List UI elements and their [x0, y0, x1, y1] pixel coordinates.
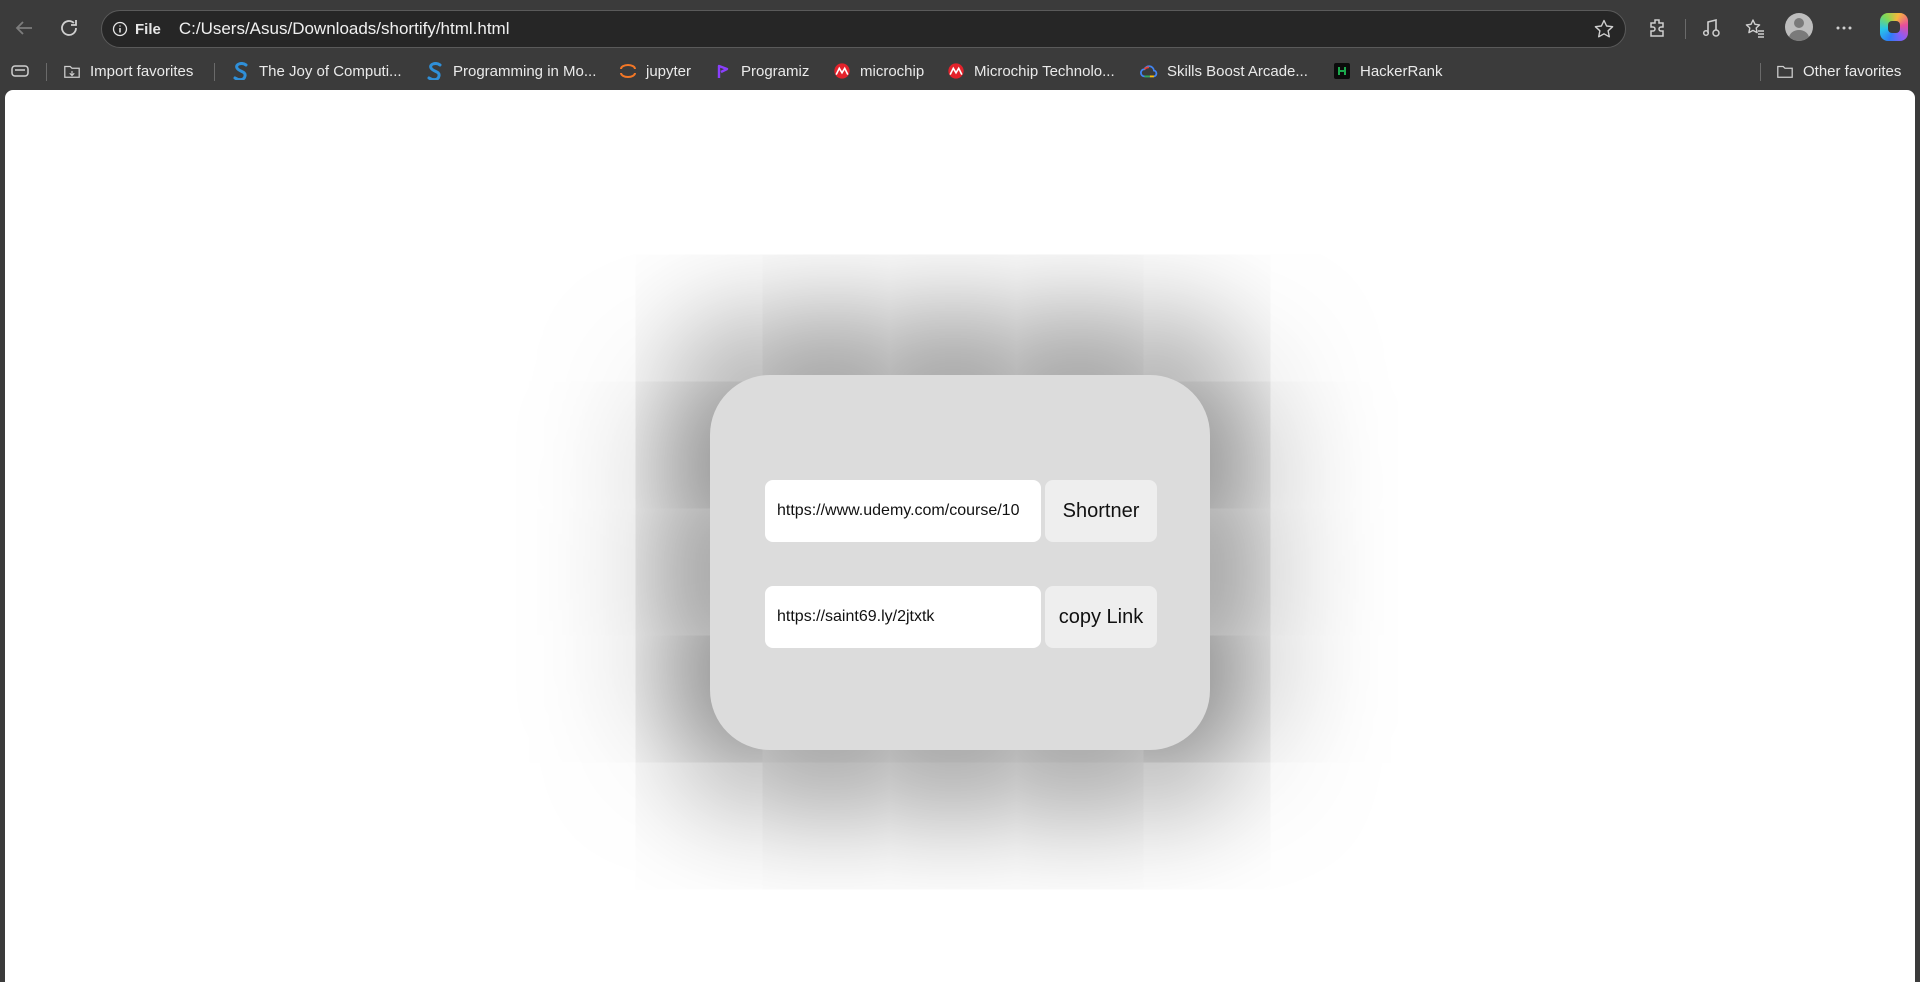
- hackerrank-icon: [1333, 62, 1351, 80]
- import-favorites-icon: [63, 62, 81, 80]
- favorite-label: Programiz: [741, 62, 810, 80]
- favorite-label: HackerRank: [1360, 62, 1443, 80]
- copy-link-button[interactable]: copy Link: [1045, 586, 1157, 648]
- address-scheme-label: File: [135, 20, 161, 38]
- programiz-icon: [714, 62, 732, 80]
- favorite-programiz[interactable]: Programiz: [714, 56, 809, 86]
- favorite-label: Microchip Technolo...: [974, 62, 1115, 80]
- page-viewport: Shortner copy Link: [5, 90, 1915, 982]
- favorites-divider: [46, 63, 47, 81]
- avatar-head: [1794, 18, 1804, 28]
- avatar-body: [1789, 30, 1809, 41]
- address-url-text[interactable]: C:/Users/Asus/Downloads/shortify/html.ht…: [179, 19, 510, 39]
- shorten-button[interactable]: Shortner: [1045, 480, 1157, 542]
- favorite-skills-boost[interactable]: Skills Boost Arcade...: [1140, 56, 1308, 86]
- copilot-icon[interactable]: [1880, 13, 1908, 41]
- site-info-icon[interactable]: File: [112, 21, 161, 38]
- favorite-label: microchip: [860, 62, 925, 80]
- refresh-icon[interactable]: [51, 10, 87, 46]
- microchip-icon: [833, 62, 851, 80]
- browser-toolbar: File C:/Users/Asus/Downloads/shortify/ht…: [0, 0, 1920, 56]
- favorite-label: Import favorites: [90, 62, 194, 80]
- long-url-input[interactable]: [765, 480, 1041, 542]
- favorite-label: Skills Boost Arcade...: [1167, 62, 1308, 80]
- result-row: copy Link: [765, 586, 1157, 648]
- favorite-microchip-technology[interactable]: Microchip Technolo...: [947, 56, 1115, 86]
- short-url-output[interactable]: [765, 586, 1041, 648]
- swayam-icon: [426, 62, 444, 80]
- favorites-bar: Import favorites The Joy of Computi... P…: [0, 56, 1920, 90]
- tab-actions-icon[interactable]: [10, 56, 30, 86]
- jupyter-icon: [619, 62, 637, 80]
- extensions-icon[interactable]: [1640, 10, 1676, 46]
- favorites-list-icon[interactable]: [1737, 10, 1773, 46]
- favorites-divider: [214, 63, 215, 81]
- shortener-card: Shortner copy Link: [710, 375, 1210, 750]
- profile-avatar-icon[interactable]: [1785, 13, 1813, 41]
- toolbar-divider: [1685, 19, 1686, 39]
- favorite-label: jupyter: [646, 62, 692, 80]
- favorite-other-favorites[interactable]: Other favorites: [1776, 56, 1901, 86]
- swayam-icon: [232, 62, 250, 80]
- favorite-jupyter[interactable]: jupyter: [619, 56, 691, 86]
- favorite-microchip[interactable]: microchip: [833, 56, 924, 86]
- google-cloud-icon: [1140, 62, 1158, 80]
- favorite-import[interactable]: Import favorites: [63, 56, 193, 86]
- favorite-label: Programming in Mo...: [453, 62, 597, 80]
- favorites-divider: [1760, 63, 1761, 81]
- address-bar[interactable]: File C:/Users/Asus/Downloads/shortify/ht…: [101, 10, 1626, 48]
- favorite-star-icon[interactable]: [1593, 18, 1615, 45]
- favorite-hackerrank[interactable]: HackerRank: [1333, 56, 1443, 86]
- media-music-icon[interactable]: [1693, 10, 1729, 46]
- favorite-label: The Joy of Computi...: [259, 62, 402, 80]
- favorite-programming[interactable]: Programming in Mo...: [426, 56, 596, 86]
- microchip-icon: [947, 62, 965, 80]
- more-options-icon[interactable]: [1826, 10, 1862, 46]
- folder-icon: [1776, 62, 1794, 80]
- favorite-joy-of-computing[interactable]: The Joy of Computi...: [232, 56, 402, 86]
- favorite-label: Other favorites: [1803, 62, 1902, 80]
- back-arrow-icon[interactable]: [6, 10, 42, 46]
- shorten-row: Shortner: [765, 480, 1157, 542]
